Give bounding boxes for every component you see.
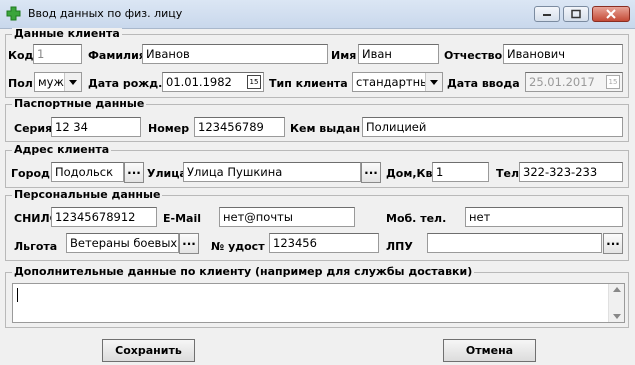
extra-textarea[interactable] [12, 283, 625, 323]
lpu-field[interactable] [427, 233, 602, 253]
window-title: Ввод данных по физ. лицу [28, 7, 183, 20]
calendar-icon[interactable]: 15 [247, 75, 261, 89]
patronymic-field[interactable]: Иванович [503, 44, 623, 64]
city-field[interactable]: Подольск [51, 162, 124, 182]
issued-label: Кем выдан [290, 122, 361, 135]
close-button[interactable] [592, 6, 630, 22]
entry-date-label: Дата ввода [447, 77, 520, 90]
address-legend: Адрес клиента [12, 143, 112, 156]
number-label: Номер [148, 122, 190, 135]
firstname-field[interactable]: Иван [358, 44, 439, 64]
phone-field[interactable]: 322-323-233 [519, 162, 623, 182]
issued-field[interactable]: Полицией [362, 117, 623, 137]
series-field[interactable]: 12 34 [51, 117, 141, 137]
minimize-icon [543, 14, 551, 16]
client-data-legend: Данные клиента [12, 27, 122, 40]
personal-legend: Персональные данные [12, 188, 163, 201]
birthdate-field[interactable]: 01.01.1982 15 [162, 72, 264, 92]
city-label: Город [11, 167, 50, 180]
save-button[interactable]: Сохранить [102, 339, 195, 362]
scroll-down-icon[interactable] [613, 314, 621, 319]
city-browse-button[interactable]: ... [124, 162, 144, 183]
firstname-label: Имя [331, 49, 357, 62]
number-field[interactable]: 123456789 [194, 117, 285, 137]
patronymic-label: Отчество [444, 49, 503, 62]
cert-field[interactable]: 123456 [269, 233, 379, 253]
mobile-field[interactable]: нет [465, 207, 623, 227]
sex-select[interactable]: муж [34, 72, 82, 92]
benefit-browse-button[interactable]: ... [179, 233, 199, 254]
client-type-select[interactable]: стандартный [352, 72, 443, 92]
lpu-label: ЛПУ [386, 240, 413, 253]
cancel-button[interactable]: Отмена [443, 339, 536, 362]
close-icon [606, 9, 616, 19]
snils-field[interactable]: 12345678912 [51, 207, 157, 227]
maximize-icon [571, 9, 581, 19]
chevron-down-icon[interactable] [64, 73, 81, 91]
street-browse-button[interactable]: ... [361, 162, 381, 183]
lastname-label: Фамилия [88, 49, 146, 62]
phone-label: Тел [496, 167, 520, 180]
birthdate-value: 01.01.1982 [166, 75, 232, 89]
benefit-label: Льгота [14, 240, 58, 253]
street-field[interactable]: Улица Пушкина [183, 162, 361, 182]
text-cursor [17, 288, 18, 302]
birthdate-label: Дата рожд. [88, 77, 163, 90]
house-field[interactable]: 1 [432, 162, 489, 182]
mobile-label: Моб. тел. [386, 212, 447, 225]
lpu-browse-button[interactable]: ... [603, 233, 623, 254]
street-label: Улица [147, 167, 187, 180]
minimize-button[interactable] [534, 6, 560, 22]
cert-label: № удост [211, 240, 265, 253]
code-label: Код [8, 49, 34, 62]
maximize-button[interactable] [563, 6, 589, 22]
passport-legend: Паспортные данные [12, 97, 147, 110]
entry-date-field: 25.01.2017 15 [525, 72, 623, 92]
lastname-field[interactable]: Иванов [142, 44, 328, 64]
entry-date-value: 25.01.2017 [529, 75, 595, 89]
sex-value: муж [38, 75, 64, 89]
benefit-field[interactable]: Ветераны боевых д [66, 233, 179, 253]
email-field[interactable]: нет@почты [219, 207, 355, 227]
scroll-up-icon[interactable] [613, 287, 621, 292]
calendar-icon: 15 [606, 75, 620, 89]
sex-label: Пол [8, 77, 33, 90]
house-label: Дом,Кв [386, 167, 433, 180]
email-label: E-Mail [163, 212, 201, 225]
extra-legend: Дополнительные данные по клиенту (наприм… [12, 265, 475, 278]
extra-scrollbar[interactable] [608, 284, 624, 322]
chevron-down-icon[interactable] [425, 73, 442, 91]
series-label: Серия [14, 122, 53, 135]
code-field[interactable]: 1 [33, 44, 82, 64]
client-type-label: Тип клиента [269, 77, 348, 90]
app-cross-icon [6, 6, 21, 21]
